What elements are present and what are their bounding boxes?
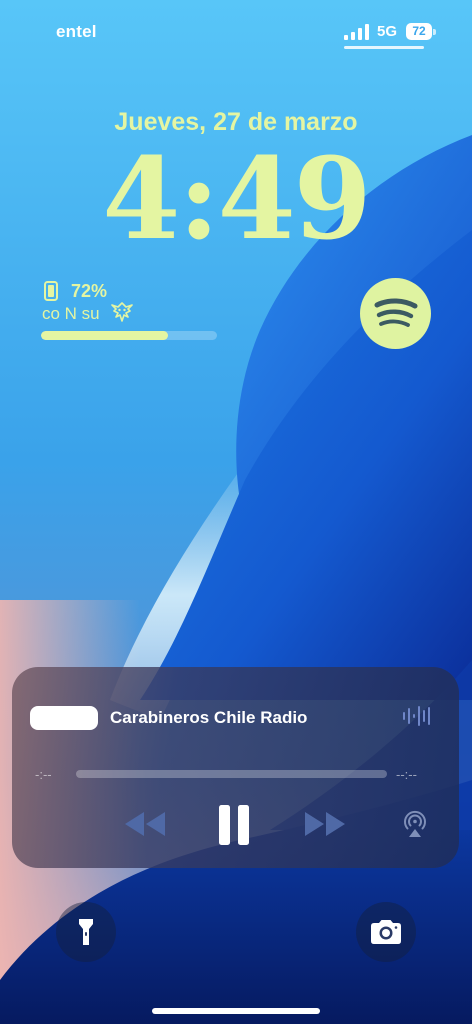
lock-screen-clock[interactable]: 4:49 xyxy=(0,140,472,260)
battery-widget-device[interactable]: co N su xyxy=(42,304,100,324)
pause-icon xyxy=(219,805,249,845)
pause-button[interactable] xyxy=(217,803,251,847)
cellular-signal-icon xyxy=(344,24,369,40)
battery-widget-progress xyxy=(41,331,217,340)
now-playing-card[interactable]: Carabineros Chile Radio -:-- --:-- xyxy=(12,667,459,868)
forward-icon xyxy=(305,812,345,836)
rewind-icon xyxy=(125,812,165,836)
battery-icon: 72 xyxy=(406,23,436,40)
remaining-time: --:-- xyxy=(396,767,417,782)
airplay-icon xyxy=(404,810,426,837)
flashlight-icon xyxy=(79,919,93,945)
spotify-icon xyxy=(374,298,418,327)
home-indicator[interactable] xyxy=(152,1008,320,1014)
playback-scrubber[interactable] xyxy=(76,770,387,778)
spotify-widget[interactable] xyxy=(360,278,431,349)
artwork-thumbnail[interactable] xyxy=(30,706,98,730)
airplay-button[interactable] xyxy=(400,809,430,839)
battery-level-label: 72 xyxy=(412,24,426,38)
camera-icon xyxy=(371,920,401,944)
dragon-icon xyxy=(111,302,133,322)
status-underline xyxy=(344,46,424,49)
camera-button[interactable] xyxy=(356,902,416,962)
station-title[interactable]: Carabineros Chile Radio xyxy=(110,708,307,728)
battery-widget-progress-fill xyxy=(41,331,168,340)
network-type-label: 5G xyxy=(377,23,398,40)
waveform-icon xyxy=(403,706,430,726)
battery-widget-percent[interactable]: 72% xyxy=(71,281,107,302)
lock-screen-date[interactable]: Jueves, 27 de marzo xyxy=(0,108,472,137)
phone-icon xyxy=(44,281,58,301)
flashlight-button[interactable] xyxy=(56,902,116,962)
forward-button[interactable] xyxy=(302,809,348,839)
rewind-button[interactable] xyxy=(122,809,168,839)
carrier-label: entel xyxy=(56,22,97,41)
elapsed-time: -:-- xyxy=(35,767,52,782)
